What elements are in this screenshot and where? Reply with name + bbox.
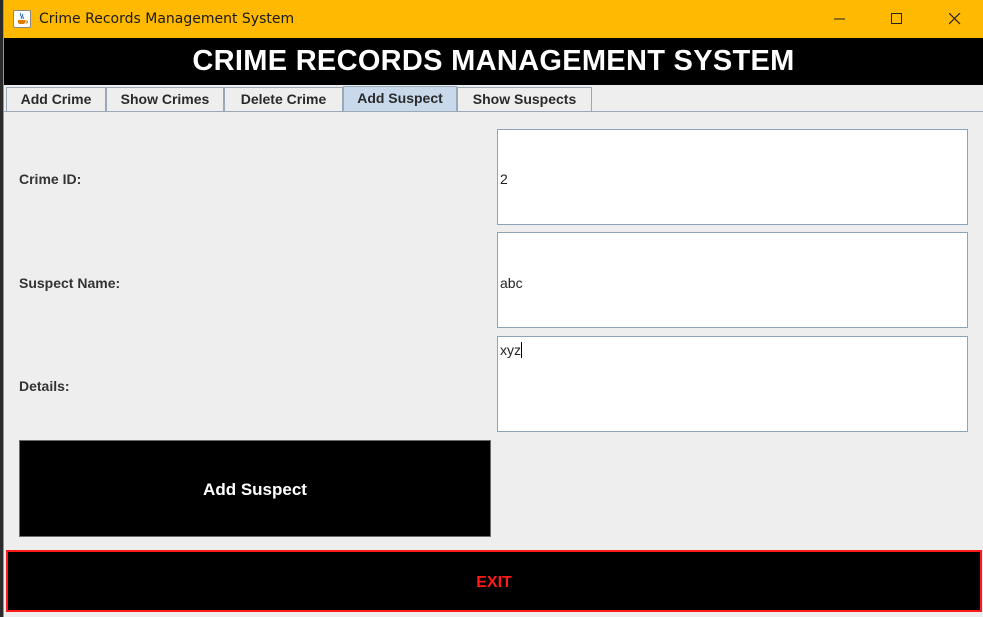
tab-add-crime[interactable]: Add Crime [6, 87, 106, 111]
tab-divider [4, 111, 983, 112]
text-caret [521, 342, 522, 358]
crime-id-field[interactable]: 2 [497, 129, 968, 225]
maximize-button[interactable] [874, 0, 920, 38]
tab-show-crimes[interactable]: Show Crimes [106, 87, 224, 111]
minimize-button[interactable] [817, 0, 863, 38]
details-value: xyz [500, 342, 521, 358]
window-title: Crime Records Management System [39, 11, 295, 27]
details-label: Details: [19, 378, 70, 394]
add-suspect-button[interactable]: Add Suspect [19, 440, 491, 537]
minimize-icon [834, 18, 845, 20]
title-bar[interactable]: Crime Records Management System [4, 0, 983, 38]
tab-strip: Add Crime Show Crimes Delete Crime Add S… [4, 85, 983, 112]
close-icon [949, 13, 961, 25]
suspect-name-value: abc [500, 275, 523, 291]
tab-show-suspects[interactable]: Show Suspects [457, 87, 592, 111]
header-banner: CRIME RECORDS MANAGEMENT SYSTEM [4, 38, 983, 85]
suspect-name-field[interactable]: abc [497, 232, 968, 328]
crime-id-label: Crime ID: [19, 171, 82, 187]
app-window: Crime Records Management System CRIME RE… [4, 0, 983, 617]
tab-delete-crime[interactable]: Delete Crime [224, 87, 343, 111]
close-button[interactable] [932, 0, 978, 38]
java-cup-icon [13, 10, 31, 28]
maximize-icon [891, 13, 902, 24]
exit-button[interactable]: EXIT [6, 550, 982, 612]
crime-id-value: 2 [500, 171, 508, 187]
suspect-name-label: Suspect Name: [19, 275, 121, 291]
tab-add-suspect[interactable]: Add Suspect [343, 86, 457, 112]
details-textarea[interactable]: xyz [497, 336, 968, 432]
